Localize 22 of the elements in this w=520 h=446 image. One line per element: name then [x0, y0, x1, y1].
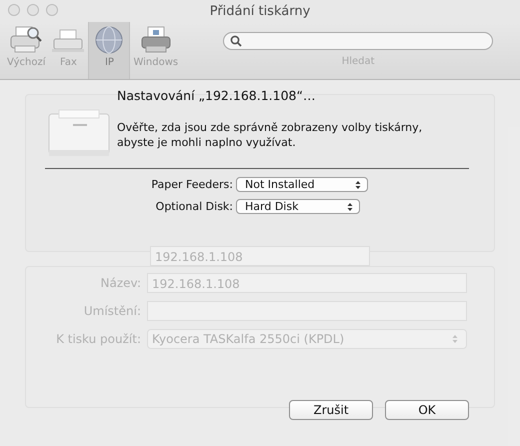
- search-icon: [230, 35, 242, 47]
- driver-popup: Kyocera TASKalfa 2550ci (KPDL): [147, 329, 467, 349]
- field-label: K tisku použít:: [55, 332, 141, 346]
- stepper-arrows-icon: [355, 180, 361, 190]
- sheet-message: Ověřte, zda jsou zde správně zobrazeny volby tiskárny, abyste je mohli naplno využívat.: [117, 120, 424, 150]
- option-popup[interactable]: Not Installed: [236, 177, 368, 192]
- address-field: 192.168.1.108: [150, 246, 370, 266]
- option-label: Optional Disk:: [154, 200, 233, 213]
- search-field[interactable]: [223, 32, 494, 50]
- sheet-title: Nastavování „192.168.1.108“…: [117, 88, 316, 103]
- close-button[interactable]: [8, 4, 20, 16]
- option-label: Paper Feeders:: [150, 178, 233, 191]
- stepper-arrows-icon: [347, 202, 353, 212]
- option-popup[interactable]: Hard Disk: [236, 199, 360, 214]
- minimize-button[interactable]: [27, 4, 39, 16]
- field-label: Název:: [100, 276, 141, 290]
- zoom-button[interactable]: [46, 4, 58, 16]
- field-label: Umístění:: [82, 304, 141, 318]
- dialog-button[interactable]: OK: [385, 400, 469, 420]
- window-title: Přidání tiskárny: [210, 4, 310, 18]
- stepper-arrows-icon: [452, 334, 458, 344]
- dialog-button[interactable]: Zrušit: [289, 400, 373, 420]
